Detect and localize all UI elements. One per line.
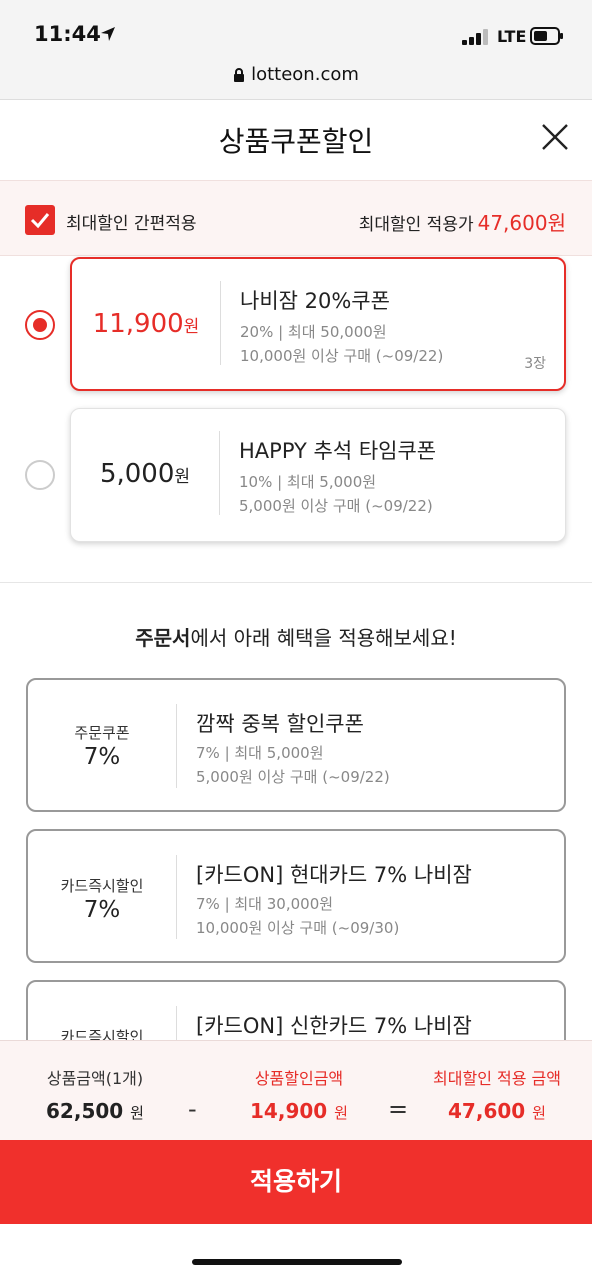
- order-coupon-card: 주문쿠폰 7% 깜짝 중복 할인쿠폰 7% | 최대 5,000원 5,000원…: [26, 678, 566, 812]
- product-price-value: 62,500 원: [46, 1099, 144, 1123]
- card-divider: [176, 704, 177, 788]
- max-discount-applied: 최대할인 적용가 47,600원: [359, 207, 566, 236]
- coupon-radio[interactable]: [25, 460, 55, 490]
- max-discount-checkbox[interactable]: [25, 205, 55, 235]
- final-amount-value: 47,600 원: [448, 1099, 546, 1123]
- page-title: 상품쿠폰할인: [218, 125, 374, 158]
- price-summary: 상품금액(1개) 62,500 원 - 상품할인금액 14,900 원 = 최대…: [0, 1040, 592, 1140]
- coupon-radio-selected[interactable]: [25, 310, 55, 340]
- max-discount-applied-label: 최대할인 적용가: [358, 215, 474, 235]
- apply-button[interactable]: 적용하기: [0, 1140, 592, 1224]
- coupon-condition: 10% | 최대 5,000원: [239, 473, 377, 491]
- max-discount-bar: 최대할인 간편적용 최대할인 적용가 47,600원: [0, 180, 592, 256]
- modal-header: 상품쿠폰할인: [0, 100, 592, 180]
- discount-amount-value: 14,900 원: [250, 1099, 348, 1123]
- coupon-quantity: 3장: [524, 356, 546, 372]
- signal-icon: [462, 29, 488, 45]
- minus-sign: -: [188, 1095, 197, 1123]
- coupon-period: 5,000원 이상 구매 (~09/22): [196, 768, 390, 786]
- coupon-period: 10,000원 이상 구매 (~09/22): [240, 347, 444, 365]
- coupon-kind: 주문쿠폰: [74, 724, 130, 742]
- url-text: lotteon.com: [251, 64, 359, 85]
- status-time: 11:44: [34, 22, 101, 46]
- coupon-period: 10,000원 이상 구매 (~09/30): [196, 919, 400, 937]
- status-bar: 11:44 LTE: [0, 0, 592, 58]
- coupon-period: 5,000원 이상 구매 (~09/22): [239, 497, 433, 515]
- coupon-name: HAPPY 추석 타임쿠폰: [239, 439, 437, 463]
- coupon-percent: 7%: [83, 897, 121, 923]
- lock-icon: [234, 67, 245, 82]
- check-icon: [30, 213, 50, 229]
- coupon-name: [카드ON] 신한카드 7% 나비잠: [196, 1014, 472, 1038]
- browser-url-bar[interactable]: lotteon.com: [0, 58, 592, 100]
- order-coupon-card: 카드즉시할인 7% [카드ON] 현대카드 7% 나비잠 7% | 최대 30,…: [26, 829, 566, 963]
- coupon-percent: 7%: [83, 744, 121, 770]
- max-discount-applied-amount: 47,600원: [477, 211, 566, 235]
- coupon-name: 깜짝 중복 할인쿠폰: [196, 712, 364, 736]
- coupon-name: [카드ON] 현대카드 7% 나비잠: [196, 863, 472, 887]
- location-arrow-icon: [101, 27, 115, 41]
- battery-icon: [530, 27, 563, 45]
- final-amount: 최대할인 적용 금액 47,600 원: [420, 1065, 574, 1123]
- card-divider: [176, 855, 177, 939]
- order-promo-text: 주문서에서 아래 혜택을 적용해보세요!: [135, 626, 457, 650]
- network-type: LTE: [497, 27, 527, 46]
- final-amount-label: 최대할인 적용 금액: [433, 1069, 561, 1088]
- coupon-condition: 7% | 최대 30,000원: [196, 895, 334, 913]
- coupon-name: 나비잠 20%쿠폰: [240, 289, 390, 313]
- coupon-amount: 11,900원: [92, 309, 200, 339]
- coupon-amount: 5,000원: [99, 459, 191, 489]
- home-indicator: [192, 1259, 402, 1265]
- close-icon[interactable]: [540, 122, 570, 152]
- card-divider: [219, 431, 220, 515]
- product-coupon-card[interactable]: 5,000원 HAPPY 추석 타임쿠폰 10% | 최대 5,000원 5,0…: [70, 408, 566, 542]
- product-coupon-card[interactable]: 11,900원 나비잠 20%쿠폰 20% | 최대 50,000원 10,00…: [70, 257, 566, 391]
- max-discount-checkbox-label[interactable]: 최대할인 간편적용: [66, 209, 197, 234]
- equals-sign: =: [388, 1095, 409, 1123]
- section-divider: [0, 582, 592, 583]
- product-price-label: 상품금액(1개): [46, 1069, 144, 1088]
- discount-amount: 상품할인금액 14,900 원: [232, 1065, 366, 1123]
- coupon-condition: 20% | 최대 50,000원: [240, 323, 387, 341]
- coupon-condition: 7% | 최대 5,000원: [196, 744, 324, 762]
- bottom-safe-area: [0, 1224, 592, 1280]
- card-divider: [220, 281, 221, 365]
- product-price: 상품금액(1개) 62,500 원: [28, 1065, 162, 1123]
- coupon-kind: 카드즉시할인: [60, 877, 144, 895]
- discount-amount-label: 상품할인금액: [254, 1069, 344, 1088]
